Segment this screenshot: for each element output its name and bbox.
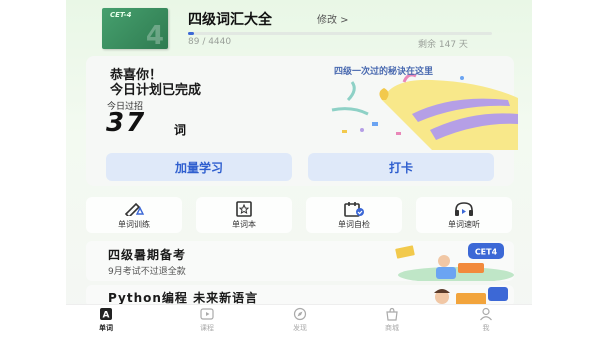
tool-word-training[interactable]: 单词训练 [86,197,182,233]
study-more-button[interactable]: 加量学习 [106,153,292,181]
nav-label: 商城 [385,324,399,332]
party-popper-illustration [331,73,518,150]
edit-book-link[interactable]: 修改 > [317,11,349,26]
profile-icon [479,307,493,321]
nav-course[interactable]: 课程 [187,307,227,337]
nav-shop[interactable]: 商城 [372,307,412,337]
promo-cet4-illustration: CET4 [395,243,514,281]
tool-word-selfcheck[interactable]: 单词自检 [306,197,402,233]
nav-me[interactable]: 我 [466,307,506,337]
secret-banner[interactable]: 四级一次过的秘诀在这里 [334,64,433,77]
nav-word[interactable]: A 单词 [86,307,126,337]
bottom-nav: A 单词 课程 发现 商城 我 [66,304,532,338]
promo-badge: CET4 [475,248,498,257]
progress-count: 89 / 4440 [188,37,232,47]
book-cover[interactable]: CET-4 4 [102,8,168,49]
pen-icon [121,201,147,217]
tool-word-listening[interactable]: 单词速听 [416,197,512,233]
tool-label: 单词速听 [448,219,480,229]
book-title: 四级词汇大全 [188,12,272,28]
compass-icon [293,307,307,321]
promo-subtitle: 9月考试不过退全款 [108,267,186,277]
nav-discover[interactable]: 发现 [280,307,320,337]
nav-label: 我 [482,324,490,332]
book-cover-number: 4 [145,21,164,49]
progress-fill [188,32,195,35]
headphones-icon [451,201,477,217]
days-left: 剩余 147 天 [418,40,468,50]
today-unit: 词 [174,123,187,137]
check-in-button[interactable]: 打卡 [308,153,494,181]
tool-label: 单词训练 [118,219,150,229]
calendar-check-icon [341,201,367,217]
nav-label: 课程 [200,324,214,332]
today-count: 37 [106,108,147,138]
svg-text:A: A [103,311,110,321]
tool-label: 单词本 [232,219,256,229]
nav-label: 发现 [293,324,307,332]
progress-bar [188,32,492,35]
shop-icon [385,307,399,321]
play-icon [200,307,214,321]
promo-summer-cet4[interactable]: 四级暑期备考 9月考试不过退全款 CET4 [86,241,514,281]
app-screen: CET-4 4 四级词汇大全 修改 > 89 / 4440 剩余 147 天 四… [66,0,532,338]
tool-word-book[interactable]: 单词本 [196,197,292,233]
plan-done-text: 今日计划已完成 [110,83,202,98]
star-book-icon [231,200,257,217]
tool-label: 单词自检 [338,219,370,229]
promo-title: 四级暑期备考 [108,248,187,262]
book-cover-label: CET-4 [110,11,132,19]
word-icon: A [99,307,113,321]
nav-label: 单词 [99,324,113,332]
